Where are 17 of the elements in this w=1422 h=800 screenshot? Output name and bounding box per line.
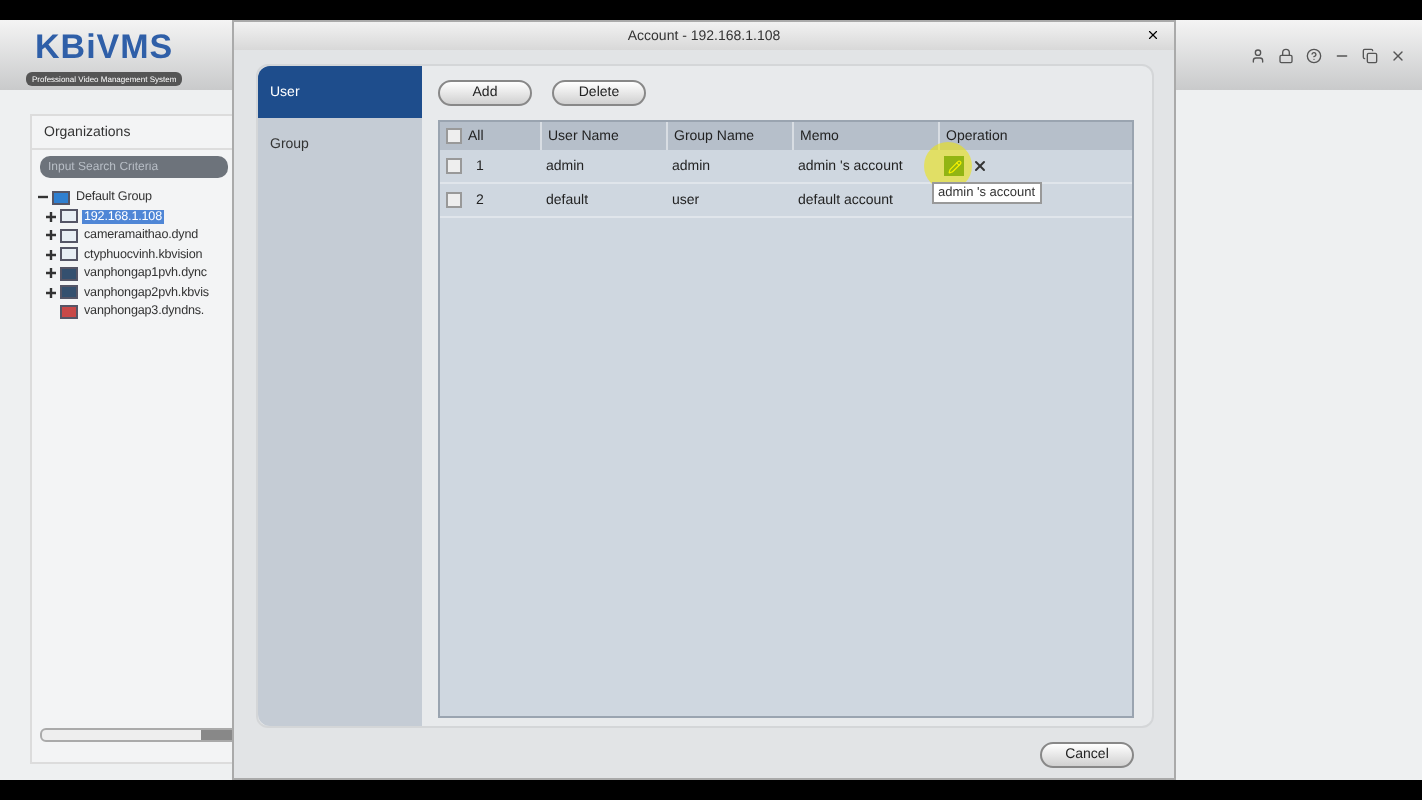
close-icon[interactable] [1146,28,1160,42]
expand-icon[interactable] [46,268,56,279]
help-icon[interactable] [1306,48,1322,64]
collapse-icon[interactable] [38,192,48,203]
checkbox[interactable] [446,158,462,174]
expand-icon[interactable] [46,211,56,222]
checkbox[interactable] [446,128,462,144]
checkbox[interactable] [446,192,462,208]
group-icon [52,189,70,206]
user-icon[interactable] [1250,48,1266,64]
expand-icon[interactable] [46,230,56,241]
restore-icon[interactable] [1362,48,1378,64]
logo: KBiVMS [35,28,174,68]
delete-icon[interactable] [972,158,988,174]
lock-icon[interactable] [1278,48,1294,64]
expand-icon[interactable] [46,287,56,298]
expand-icon[interactable] [46,249,56,260]
